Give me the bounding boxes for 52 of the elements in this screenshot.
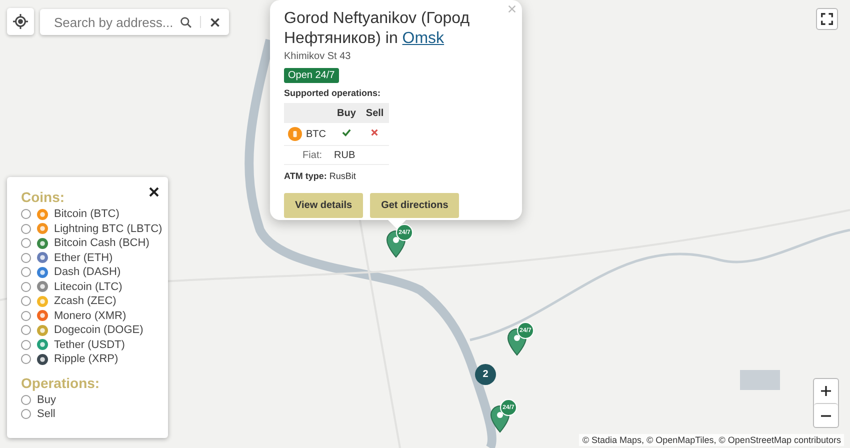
operations-heading: Operations: xyxy=(21,374,100,390)
radio-button[interactable] xyxy=(21,394,31,405)
radio-button[interactable] xyxy=(21,354,31,364)
coin-label[interactable]: Lightning BTC (LBTC) xyxy=(54,222,162,235)
radio-button[interactable] xyxy=(21,238,31,248)
radio-button[interactable] xyxy=(21,340,31,350)
radio-button[interactable] xyxy=(21,310,31,321)
coins-heading: Coins: xyxy=(21,189,65,205)
directions-button[interactable]: Get directions xyxy=(370,193,460,218)
coin-label[interactable]: Dogecoin (DOGE) xyxy=(54,324,144,336)
coin-label[interactable]: Litecoin (LTC) xyxy=(54,280,122,293)
coin-label[interactable]: Dash (DASH) xyxy=(54,266,121,278)
search-icon[interactable] xyxy=(180,16,192,28)
atm-type-text: ATM type: RusBit xyxy=(284,171,357,181)
radio-button[interactable] xyxy=(21,282,31,292)
operation-label[interactable]: Buy xyxy=(37,394,56,406)
fullscreen-button[interactable] xyxy=(816,8,838,30)
operations-heading: Supported operations: xyxy=(284,88,382,98)
address-text: Khimikov St 43 xyxy=(284,51,352,62)
column-header: Sell xyxy=(360,103,389,123)
details-button[interactable]: View details xyxy=(284,193,364,218)
attribution-text: © Stadia Maps, © OpenMapTiles, © OpenStreetMap contributors xyxy=(579,434,844,446)
plus-icon xyxy=(821,386,831,396)
radio-button[interactable] xyxy=(21,409,31,420)
location-title: Gorod Neftyanikov (Город Нефтяников) in Omsk xyxy=(284,9,471,49)
close-icon[interactable] xyxy=(208,16,221,28)
coin-label[interactable]: Bitcoin (BTC) xyxy=(54,208,120,220)
search-input[interactable]: Search by address... xyxy=(54,14,172,30)
city-link[interactable]: Omsk xyxy=(402,30,444,47)
coin-label[interactable]: Zcash (ZEC) xyxy=(54,295,116,308)
operation-label[interactable]: Sell xyxy=(37,408,56,420)
radio-button[interactable] xyxy=(21,224,31,234)
crosshair-icon xyxy=(13,14,28,29)
status-badge: Open 24/7 xyxy=(284,68,339,83)
locate-button[interactable] xyxy=(7,8,34,35)
radio-button[interactable] xyxy=(21,252,31,263)
table-cell: BTC xyxy=(304,123,332,146)
column-header: Buy xyxy=(332,103,361,123)
search-field[interactable]: Search by address... xyxy=(40,9,229,35)
coin-label[interactable]: Tether (USDT) xyxy=(54,338,125,351)
coin-label[interactable]: Ripple (XRP) xyxy=(54,353,118,366)
radio-button[interactable] xyxy=(21,325,31,336)
table-cell: RUB xyxy=(332,146,389,164)
radio-button[interactable] xyxy=(21,209,31,220)
coin-label[interactable]: Bitcoin Cash (BCH) xyxy=(54,237,150,250)
coin-label[interactable]: Monero (XMR) xyxy=(54,310,126,322)
coin-label[interactable]: Ether (ETH) xyxy=(54,252,113,264)
radio-button[interactable] xyxy=(21,296,31,306)
radio-button[interactable] xyxy=(21,267,31,278)
table-cell: Fiat: xyxy=(284,146,332,164)
close-icon[interactable] xyxy=(149,187,159,197)
fullscreen-icon xyxy=(821,13,833,25)
